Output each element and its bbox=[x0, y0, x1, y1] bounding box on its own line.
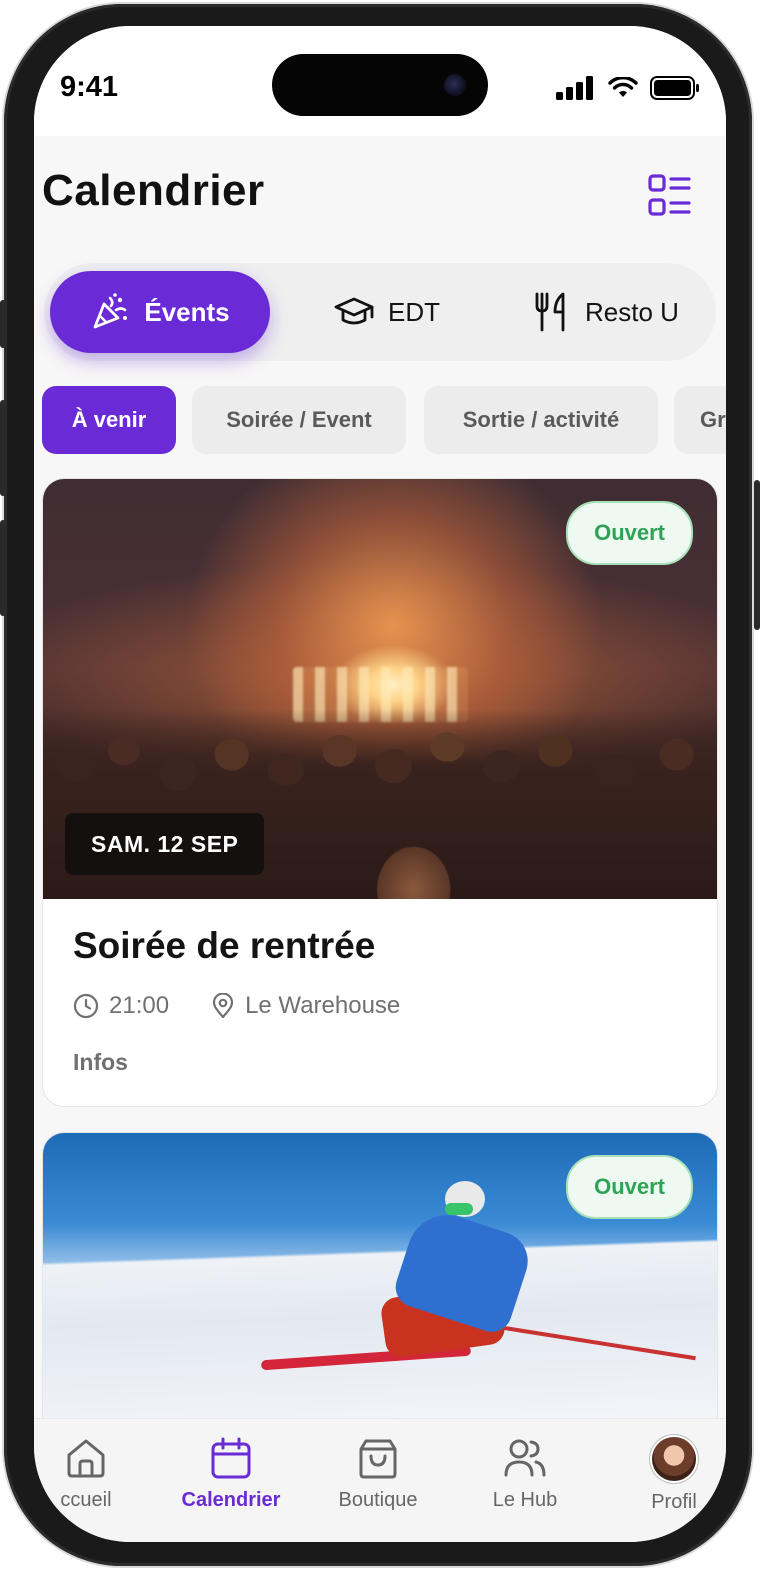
action-button bbox=[0, 300, 6, 348]
location-pin-icon bbox=[212, 993, 234, 1019]
infos-link[interactable]: Infos bbox=[73, 1049, 128, 1076]
graduation-cap-icon bbox=[334, 297, 374, 325]
battery-icon bbox=[650, 76, 699, 100]
event-card[interactable]: Ouvert bbox=[42, 1132, 718, 1433]
event-title: Soirée de rentrée bbox=[73, 925, 376, 966]
volume-up-button bbox=[0, 400, 6, 496]
dynamic-island bbox=[272, 54, 488, 116]
event-card[interactable]: Ouvert SAM. 12 SEP Soirée de rentrée 21:… bbox=[42, 478, 718, 1107]
tab-calendrier-label: Calendrier bbox=[181, 1489, 281, 1511]
event-image-ski: Ouvert bbox=[43, 1133, 717, 1433]
tab-accueil[interactable]: ccueil bbox=[34, 1437, 146, 1512]
segment-resto-u-label: Resto U bbox=[585, 296, 679, 327]
home-icon bbox=[67, 1439, 105, 1478]
party-popper-icon bbox=[93, 293, 128, 329]
skier-goggles bbox=[445, 1203, 473, 1215]
event-card-body: Soirée de rentrée 21:00 Le Warehouse Inf… bbox=[43, 899, 717, 1106]
shopping-bag-icon bbox=[359, 1439, 397, 1479]
filter-chip-row: À venir Soirée / Event Sortie / activité… bbox=[42, 386, 726, 454]
chip-a-venir[interactable]: À venir bbox=[42, 386, 176, 454]
status-badge: Ouvert bbox=[566, 1155, 693, 1219]
app-screen: 9:41 Calendrier Évents EDT Resto U À ven… bbox=[34, 26, 726, 1542]
fork-knife-icon bbox=[535, 292, 565, 332]
bottom-tab-bar: ccueil Calendrier Boutique Le Hub Profil bbox=[34, 1418, 726, 1542]
list-view-icon bbox=[648, 174, 691, 216]
tab-boutique[interactable]: Boutique bbox=[318, 1437, 438, 1512]
page-title: Calendrier bbox=[42, 166, 265, 215]
segment-edt[interactable]: EDT bbox=[302, 271, 472, 353]
power-button bbox=[754, 480, 760, 630]
tab-le-hub[interactable]: Le Hub bbox=[465, 1437, 585, 1512]
segment-events-label: Évents bbox=[144, 296, 230, 327]
tab-boutique-label: Boutique bbox=[338, 1489, 418, 1511]
event-time: 21:00 bbox=[109, 992, 170, 1019]
avatar bbox=[652, 1437, 696, 1481]
ski-pole bbox=[497, 1325, 696, 1361]
segment-edt-label: EDT bbox=[388, 296, 440, 327]
calendar-icon bbox=[211, 1437, 251, 1479]
clock-icon bbox=[73, 993, 99, 1019]
tab-profil-label: Profil bbox=[651, 1491, 697, 1513]
tab-accueil-label: ccueil bbox=[60, 1489, 112, 1511]
cellular-signal-icon bbox=[556, 76, 593, 100]
status-icons bbox=[556, 74, 700, 102]
segment-events[interactable]: Évents bbox=[50, 271, 270, 353]
chip-soiree-event[interactable]: Soirée / Event bbox=[192, 386, 406, 454]
event-meta: 21:00 Le Warehouse bbox=[73, 989, 687, 1023]
segment-resto-u[interactable]: Resto U bbox=[506, 271, 706, 353]
wifi-icon bbox=[608, 77, 638, 97]
event-location: Le Warehouse bbox=[245, 992, 401, 1019]
users-icon bbox=[504, 1439, 546, 1477]
tab-calendrier[interactable]: Calendrier bbox=[171, 1437, 291, 1512]
status-badge: Ouvert bbox=[566, 501, 693, 565]
list-view-button[interactable] bbox=[648, 174, 692, 218]
event-image-concert: Ouvert SAM. 12 SEP bbox=[43, 479, 717, 899]
tab-profil[interactable]: Profil bbox=[614, 1437, 726, 1514]
category-segmented-control: Évents EDT Resto U bbox=[44, 263, 716, 361]
front-camera bbox=[444, 74, 466, 96]
status-bar: 9:41 bbox=[34, 26, 726, 136]
date-badge: SAM. 12 SEP bbox=[65, 813, 265, 875]
chip-gr[interactable]: Gr bbox=[674, 386, 726, 454]
tab-le-hub-label: Le Hub bbox=[492, 1489, 558, 1511]
status-time: 9:41 bbox=[60, 71, 119, 103]
chip-sortie-activite[interactable]: Sortie / activité bbox=[424, 386, 658, 454]
volume-down-button bbox=[0, 520, 6, 616]
